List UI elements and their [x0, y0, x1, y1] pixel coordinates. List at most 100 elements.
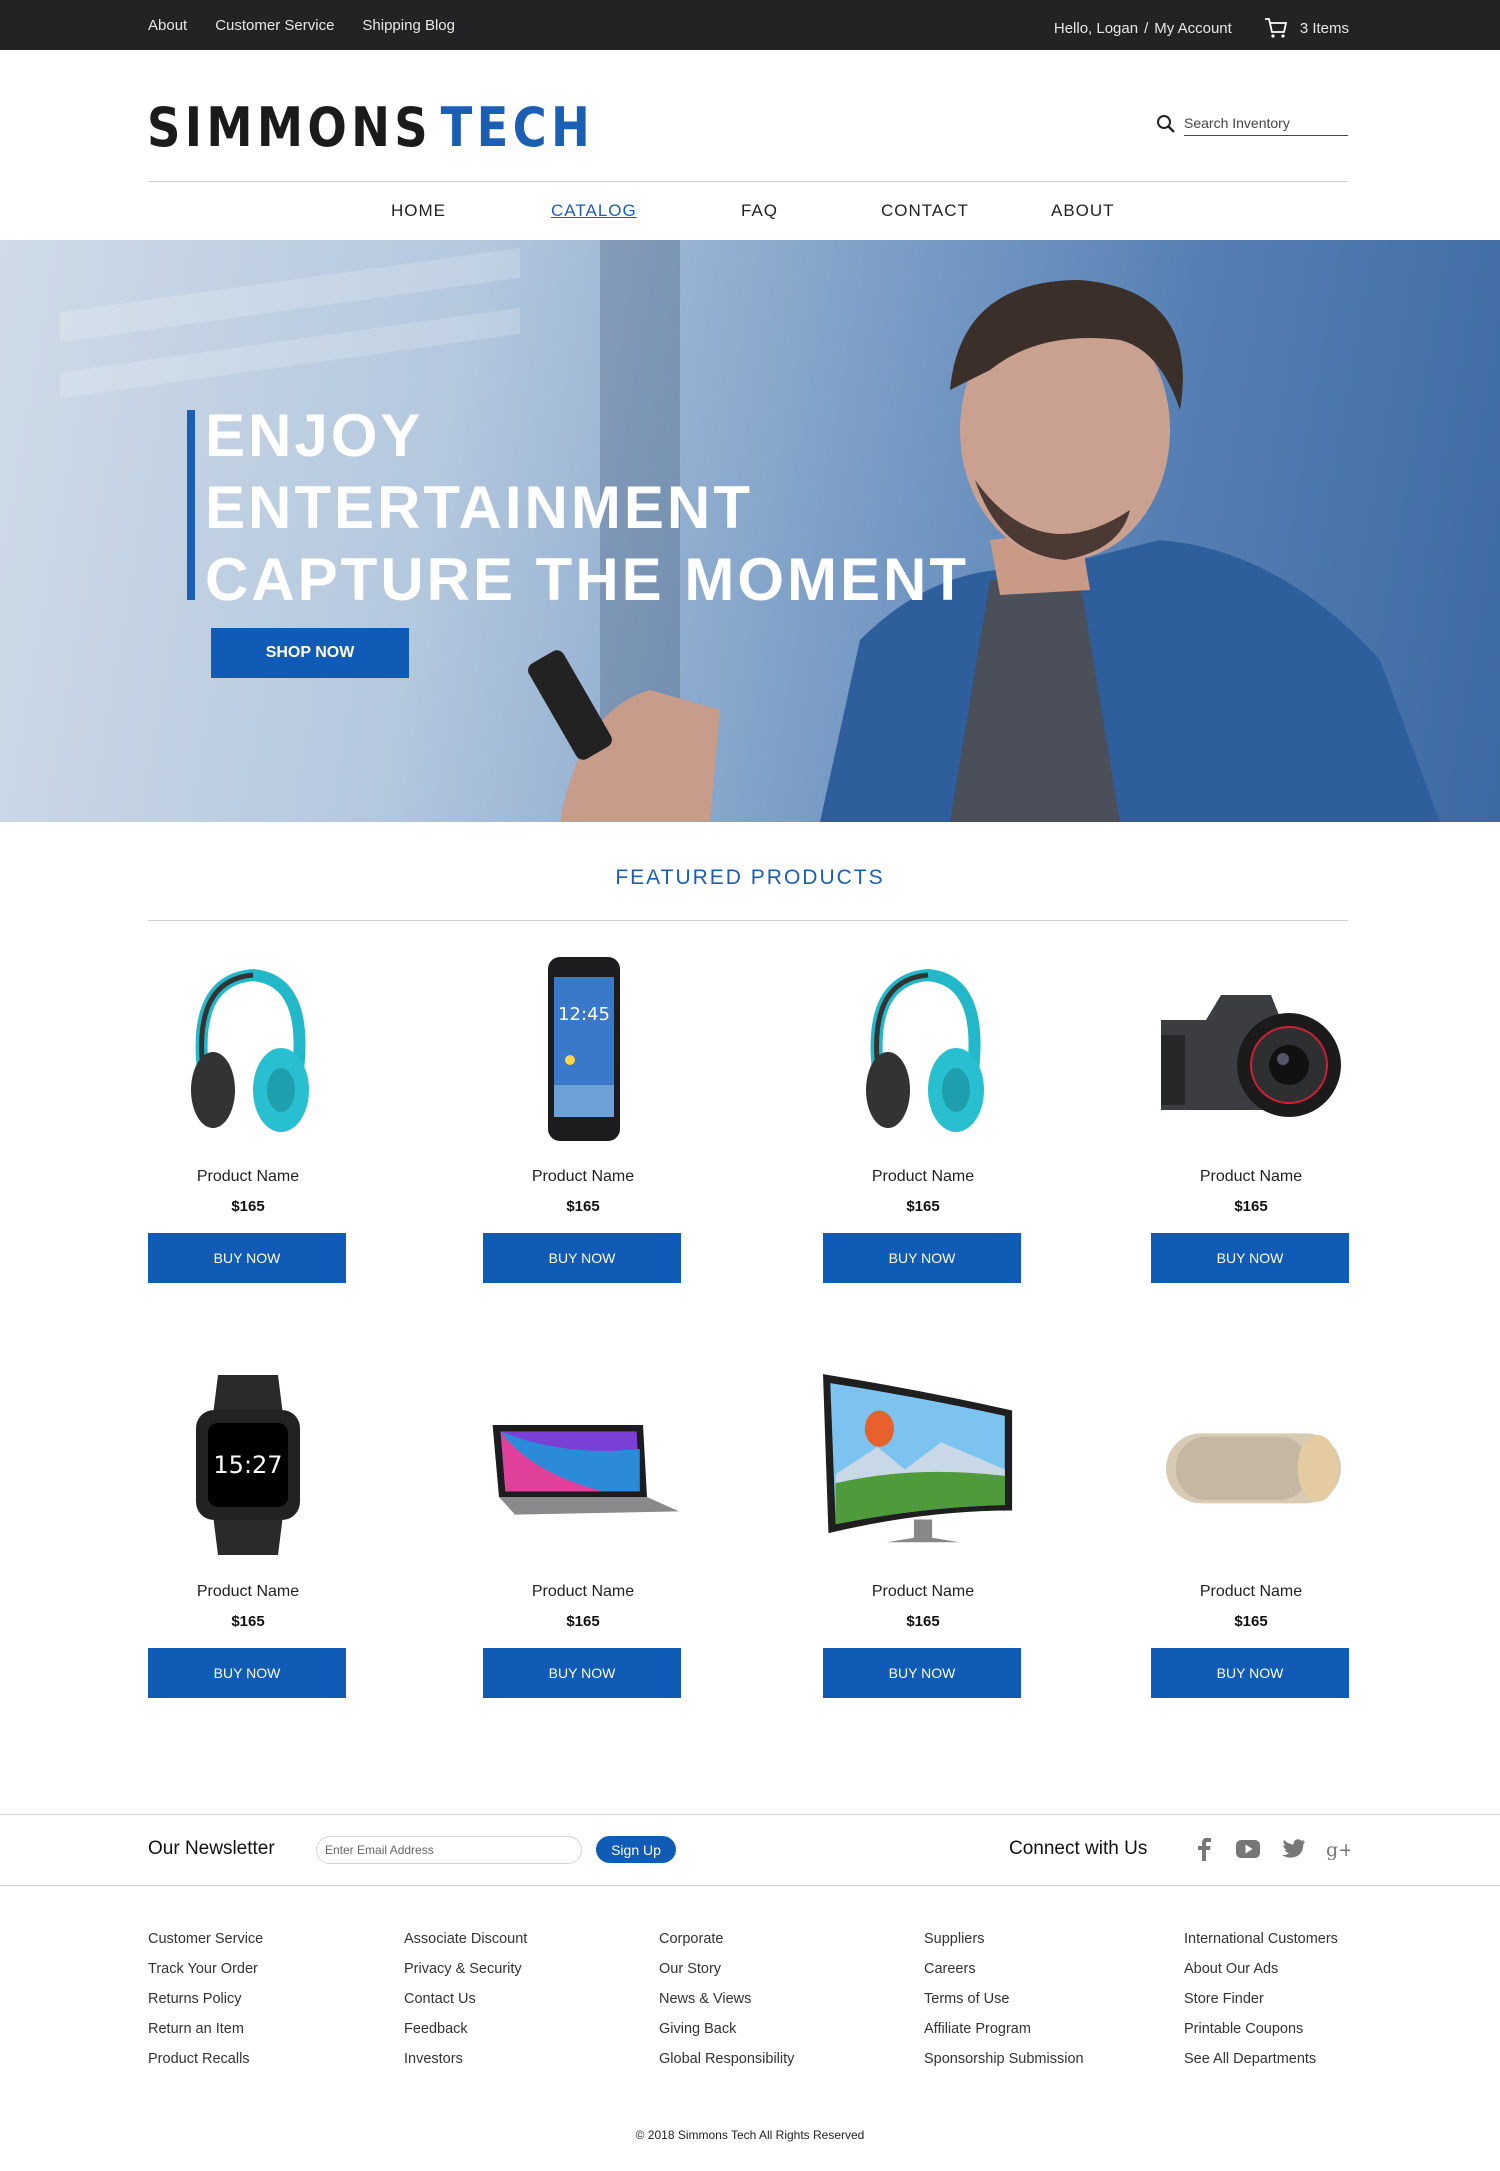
- product-name[interactable]: Product Name: [128, 1168, 368, 1186]
- google-plus-icon[interactable]: g+: [1325, 1836, 1351, 1862]
- footer-link[interactable]: Careers: [924, 1954, 1084, 1984]
- laptop-icon[interactable]: [483, 1375, 683, 1555]
- nav-faq[interactable]: FAQ: [741, 201, 778, 221]
- footer-link[interactable]: Investors: [404, 2044, 527, 2074]
- product-price: $165: [1234, 1613, 1268, 1630]
- connect-title: Connect with Us: [1009, 1838, 1148, 1859]
- footer-link[interactable]: Terms of Use: [924, 1984, 1084, 2014]
- footer-link[interactable]: Returns Policy: [148, 1984, 263, 2014]
- top-link-customer-service[interactable]: Customer Service: [215, 17, 334, 34]
- newsletter-email-input[interactable]: [316, 1836, 582, 1864]
- hero-accent-bar: [187, 410, 195, 600]
- buy-now-button[interactable]: BUY NOW: [823, 1233, 1021, 1283]
- product-name[interactable]: Product Name: [463, 1168, 703, 1186]
- footer-link[interactable]: News & Views: [659, 1984, 794, 2014]
- phone-time: 12:45: [558, 1004, 610, 1025]
- copyright: © 2018 Simmons Tech All Rights Reserved: [635, 2128, 865, 2142]
- newsletter-divider-bottom: [0, 1885, 1500, 1886]
- hero-line-1: ENJOY: [205, 402, 424, 469]
- account-separator: /: [1144, 19, 1149, 37]
- headphones-icon[interactable]: [148, 960, 348, 1140]
- svg-text:g+: g+: [1326, 1839, 1350, 1860]
- top-link-shipping-blog[interactable]: Shipping Blog: [362, 17, 455, 34]
- footer-link[interactable]: International Customers: [1184, 1924, 1338, 1954]
- cart-button[interactable]: 3 Items: [1264, 17, 1349, 39]
- buy-now-button[interactable]: BUY NOW: [1151, 1233, 1349, 1283]
- speaker-icon[interactable]: [1151, 1375, 1351, 1555]
- product-name[interactable]: Product Name: [803, 1168, 1043, 1186]
- buy-now-button[interactable]: BUY NOW: [483, 1648, 681, 1698]
- footer-link[interactable]: About Our Ads: [1184, 1954, 1338, 1984]
- footer-link[interactable]: See All Departments: [1184, 2044, 1338, 2074]
- buy-now-button[interactable]: BUY NOW: [823, 1648, 1021, 1698]
- product-name[interactable]: Product Name: [1131, 1583, 1371, 1601]
- camera-icon[interactable]: [1151, 960, 1351, 1140]
- logo-word-tech: TECH: [440, 96, 595, 159]
- twitter-icon[interactable]: [1281, 1836, 1307, 1862]
- search-box: [1156, 110, 1348, 136]
- main-nav: HOME CATALOG FAQ CONTACT ABOUT: [0, 201, 1500, 223]
- product-name[interactable]: Product Name: [1131, 1168, 1371, 1186]
- my-account-link[interactable]: My Account: [1154, 20, 1232, 37]
- cart-icon: [1264, 18, 1287, 38]
- buy-now-button[interactable]: BUY NOW: [148, 1233, 346, 1283]
- buy-now-button[interactable]: BUY NOW: [483, 1233, 681, 1283]
- footer-link[interactable]: Customer Service: [148, 1924, 263, 1954]
- product-name[interactable]: Product Name: [803, 1583, 1043, 1601]
- site-logo[interactable]: SIMMONS TECH: [147, 96, 594, 159]
- footer-link[interactable]: Product Recalls: [148, 2044, 263, 2074]
- product-name[interactable]: Product Name: [463, 1583, 703, 1601]
- footer-link[interactable]: Global Responsibility: [659, 2044, 794, 2074]
- account-area: Hello, Logan / My Account 3 Items: [1054, 17, 1349, 39]
- top-link-about[interactable]: About: [148, 17, 187, 34]
- watch-time: 15:27: [213, 1451, 282, 1479]
- youtube-icon[interactable]: [1235, 1836, 1261, 1862]
- hero-line-3: CAPTURE THE MOMENT: [205, 546, 969, 613]
- newsletter-title: Our Newsletter: [148, 1838, 275, 1859]
- shop-now-button[interactable]: SHOP NOW: [211, 628, 409, 678]
- search-icon[interactable]: [1156, 114, 1176, 134]
- hero-line-2: ENTERTAINMENT: [205, 474, 753, 541]
- buy-now-button[interactable]: BUY NOW: [148, 1648, 346, 1698]
- footer-link[interactable]: Sponsorship Submission: [924, 2044, 1084, 2074]
- search-input[interactable]: [1184, 110, 1348, 136]
- footer-link[interactable]: Giving Back: [659, 2014, 794, 2044]
- footer-link[interactable]: Printable Coupons: [1184, 2014, 1338, 2044]
- header-divider: [148, 181, 1348, 182]
- product-price: $165: [566, 1198, 600, 1215]
- product-price: $165: [906, 1613, 940, 1630]
- footer-link[interactable]: Our Story: [659, 1954, 794, 1984]
- product-name[interactable]: Product Name: [128, 1583, 368, 1601]
- product-price: $165: [231, 1613, 265, 1630]
- footer-link[interactable]: Privacy & Security: [404, 1954, 527, 1984]
- top-bar: About Customer Service Shipping Blog Hel…: [0, 0, 1500, 50]
- featured-divider: [148, 920, 1348, 921]
- footer-link[interactable]: Store Finder: [1184, 1984, 1338, 2014]
- nav-home[interactable]: HOME: [391, 201, 446, 221]
- footer-link[interactable]: Suppliers: [924, 1924, 1084, 1954]
- product-price: $165: [231, 1198, 265, 1215]
- footer-link[interactable]: Track Your Order: [148, 1954, 263, 1984]
- greeting-link[interactable]: Hello, Logan: [1054, 20, 1138, 37]
- product-price: $165: [566, 1613, 600, 1630]
- footer-link[interactable]: Return an Item: [148, 2014, 263, 2044]
- footer-link[interactable]: Corporate: [659, 1924, 794, 1954]
- footer-link[interactable]: Feedback: [404, 2014, 527, 2044]
- smartphone-icon[interactable]: 12:45: [483, 957, 683, 1141]
- footer-link[interactable]: Contact Us: [404, 1984, 527, 2014]
- newsletter-signup-button[interactable]: Sign Up: [596, 1836, 676, 1863]
- facebook-icon[interactable]: [1191, 1836, 1217, 1862]
- logo-word-simmons: SIMMONS: [147, 96, 433, 159]
- footer-column-5: International Customers About Our Ads St…: [1184, 1924, 1338, 2074]
- nav-catalog[interactable]: CATALOG: [551, 201, 637, 221]
- footer-link[interactable]: Associate Discount: [404, 1924, 527, 1954]
- headphones-icon[interactable]: [823, 960, 1023, 1140]
- nav-about[interactable]: ABOUT: [1051, 201, 1115, 221]
- footer-link[interactable]: Affiliate Program: [924, 2014, 1084, 2044]
- curved-tv-icon[interactable]: [823, 1374, 1023, 1555]
- newsletter-divider-top: [0, 1814, 1500, 1815]
- top-links: About Customer Service Shipping Blog: [148, 17, 455, 34]
- smartwatch-icon[interactable]: 15:27: [148, 1375, 348, 1555]
- buy-now-button[interactable]: BUY NOW: [1151, 1648, 1349, 1698]
- nav-contact[interactable]: CONTACT: [881, 201, 969, 221]
